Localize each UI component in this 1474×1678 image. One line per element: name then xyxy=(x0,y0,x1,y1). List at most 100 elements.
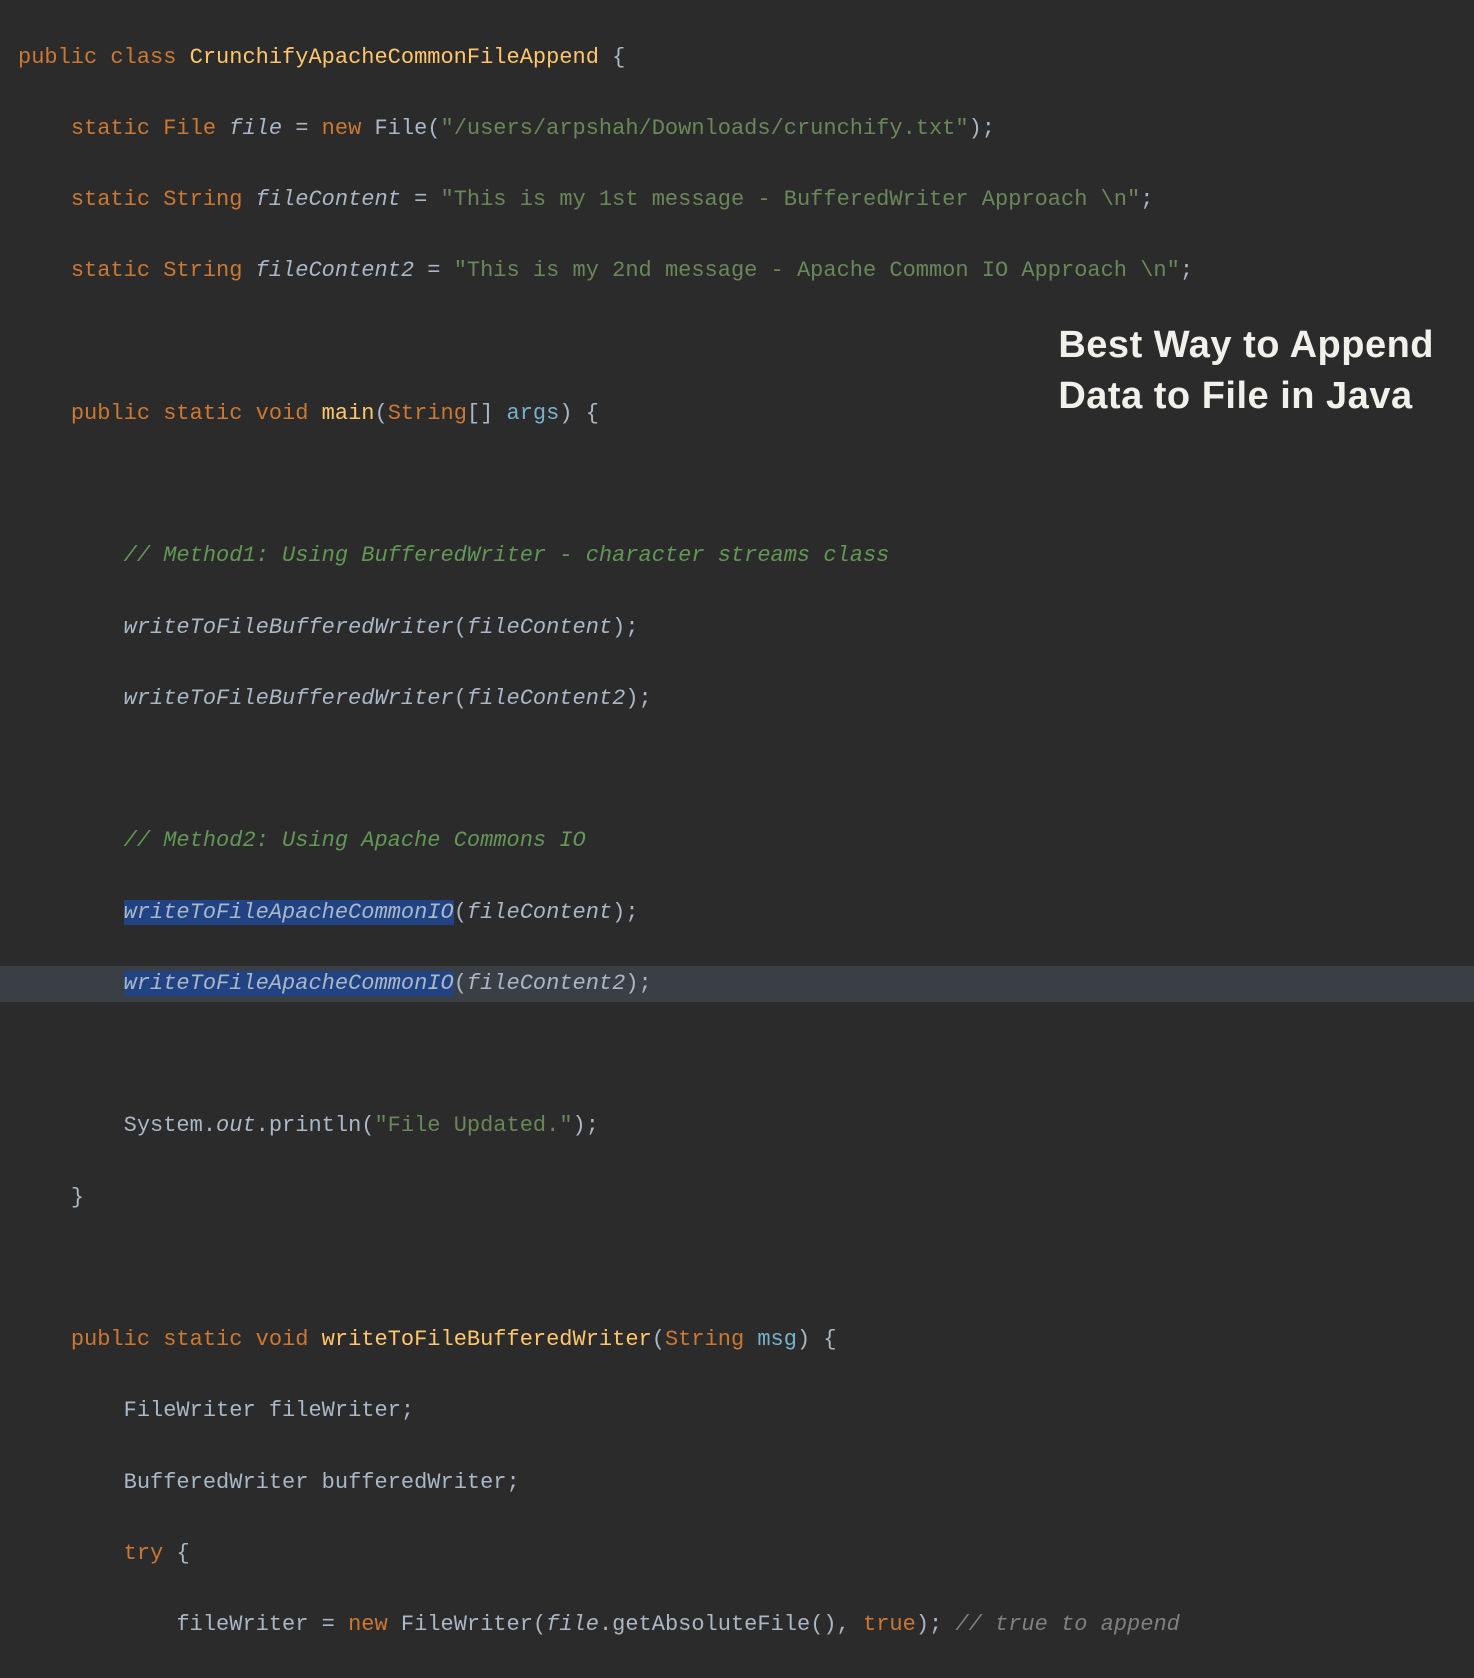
keyword-static: static xyxy=(71,116,150,141)
paren-open: ( xyxy=(454,686,467,711)
code-line: writeToFileBufferedWriter(fileContent); xyxy=(18,610,1474,646)
code-line: // Method1: Using BufferedWriter - chara… xyxy=(18,538,1474,574)
brace-open: { xyxy=(823,1327,836,1352)
param-msg: msg xyxy=(757,1327,797,1352)
var-filewriter: fileWriter xyxy=(269,1398,401,1423)
code-line: System.out.println("File Updated."); xyxy=(18,1108,1474,1144)
string-literal: "This is my 2nd message - Apache Common … xyxy=(454,258,1180,283)
code-line: } xyxy=(18,1180,1474,1216)
code-line: public class CrunchifyApacheCommonFileAp… xyxy=(18,40,1474,76)
type-bufferedwriter: BufferedWriter xyxy=(124,1470,309,1495)
line-end: ; xyxy=(1180,258,1193,283)
keyword-try: try xyxy=(124,1541,164,1566)
comma: , xyxy=(837,1612,850,1637)
line-end: ); xyxy=(969,116,995,141)
line-end: ; xyxy=(507,1470,520,1495)
paren-close: ); xyxy=(916,1612,942,1637)
paren-open: ( xyxy=(374,401,387,426)
code-line-current: writeToFileApacheCommonIO(fileContent2); xyxy=(0,966,1474,1002)
type-string: String xyxy=(388,401,467,426)
var-filewriter: fileWriter xyxy=(176,1612,308,1637)
string-literal: "This is my 1st message - BufferedWriter… xyxy=(441,187,1141,212)
keyword-static: static xyxy=(71,258,150,283)
keyword-class: class xyxy=(110,45,176,70)
paren-close: ); xyxy=(612,900,638,925)
paren-open: ( xyxy=(454,900,467,925)
paren-close: ); xyxy=(573,1113,599,1138)
arg-filecontent2: fileContent2 xyxy=(467,686,625,711)
code-line: try { xyxy=(18,1536,1474,1572)
code-line: static String fileContent = "This is my … xyxy=(18,182,1474,218)
bool-true: true xyxy=(863,1612,916,1637)
var-filecontent: fileContent xyxy=(256,187,401,212)
op-eq: = xyxy=(322,1612,335,1637)
overlay-line1: Best Way to Append xyxy=(1058,320,1434,371)
call-writebuffered: writeToFileBufferedWriter xyxy=(124,686,454,711)
op-eq: = xyxy=(414,187,427,212)
code-line-blank xyxy=(18,1251,1474,1287)
op-eq: = xyxy=(295,116,308,141)
keyword-new: new xyxy=(348,1612,388,1637)
method-println: println xyxy=(269,1113,361,1138)
type-string: String xyxy=(163,258,242,283)
code-line-blank xyxy=(18,467,1474,503)
paren-close: ); xyxy=(625,686,651,711)
system-class: System xyxy=(124,1113,203,1138)
var-bufferedwriter: bufferedWriter xyxy=(322,1470,507,1495)
code-line-blank xyxy=(18,752,1474,788)
keyword-public: public xyxy=(71,401,150,426)
paren-open: ( xyxy=(361,1113,374,1138)
param-args: args xyxy=(507,401,560,426)
dot: . xyxy=(203,1113,216,1138)
array-brackets: [] xyxy=(467,401,493,426)
code-line: writeToFileBufferedWriter(fileContent2); xyxy=(18,681,1474,717)
string-literal: "/users/arpshah/Downloads/crunchify.txt" xyxy=(441,116,969,141)
method-writetofilebufferedwriter: writeToFileBufferedWriter xyxy=(322,1327,652,1352)
ctor-filewriter: FileWriter xyxy=(401,1612,533,1637)
call-writeapache: writeToFileApacheCommonIO xyxy=(124,971,454,996)
paren-close: ); xyxy=(625,971,651,996)
code-line: FileWriter fileWriter; xyxy=(18,1393,1474,1429)
keyword-public: public xyxy=(71,1327,150,1352)
brace-open: { xyxy=(176,1541,189,1566)
code-line: static File file = new File("/users/arps… xyxy=(18,111,1474,147)
code-line: fileWriter = new FileWriter(file.getAbso… xyxy=(18,1607,1474,1643)
type-string: String xyxy=(163,187,242,212)
arg-filecontent2: fileContent2 xyxy=(467,971,625,996)
paren-close: () xyxy=(810,1612,836,1637)
line-end: ; xyxy=(401,1398,414,1423)
arg-filecontent: fileContent xyxy=(467,615,612,640)
keyword-void: void xyxy=(256,1327,309,1352)
comment-append: // true to append xyxy=(955,1612,1179,1637)
code-line: BufferedWriter bufferedWriter; xyxy=(18,1465,1474,1501)
keyword-void: void xyxy=(256,401,309,426)
method-getabsolutefile: getAbsoluteFile xyxy=(612,1612,810,1637)
type-file: File xyxy=(163,116,216,141)
comment-method1: // Method1: Using BufferedWriter - chara… xyxy=(124,543,890,568)
code-line: writeToFileApacheCommonIO(fileContent); xyxy=(18,895,1474,931)
paren-close: ) xyxy=(797,1327,810,1352)
code-editor[interactable]: public class CrunchifyApacheCommonFileAp… xyxy=(0,0,1474,1678)
type-filewriter: FileWriter xyxy=(124,1398,256,1423)
paren-open: ( xyxy=(454,615,467,640)
keyword-static: static xyxy=(163,1327,242,1352)
dot: . xyxy=(256,1113,269,1138)
keyword-new: new xyxy=(322,116,362,141)
paren-open: ( xyxy=(454,971,467,996)
call-writeapache: writeToFileApacheCommonIO xyxy=(124,900,454,925)
brace-open: { xyxy=(586,401,599,426)
paren-close: ); xyxy=(612,615,638,640)
keyword-static: static xyxy=(163,401,242,426)
paren-open: ( xyxy=(533,1612,546,1637)
paren-close: ) xyxy=(559,401,572,426)
code-line-blank xyxy=(18,1037,1474,1073)
keyword-static: static xyxy=(71,187,150,212)
code-line: public static void writeToFileBufferedWr… xyxy=(18,1322,1474,1358)
type-string: String xyxy=(665,1327,744,1352)
arg-filecontent: fileContent xyxy=(467,900,612,925)
ctor-file: File xyxy=(374,116,427,141)
method-main: main xyxy=(322,401,375,426)
overlay-title: Best Way to Append Data to File in Java xyxy=(1058,320,1434,423)
brace-open: { xyxy=(612,45,625,70)
field-out: out xyxy=(216,1113,256,1138)
